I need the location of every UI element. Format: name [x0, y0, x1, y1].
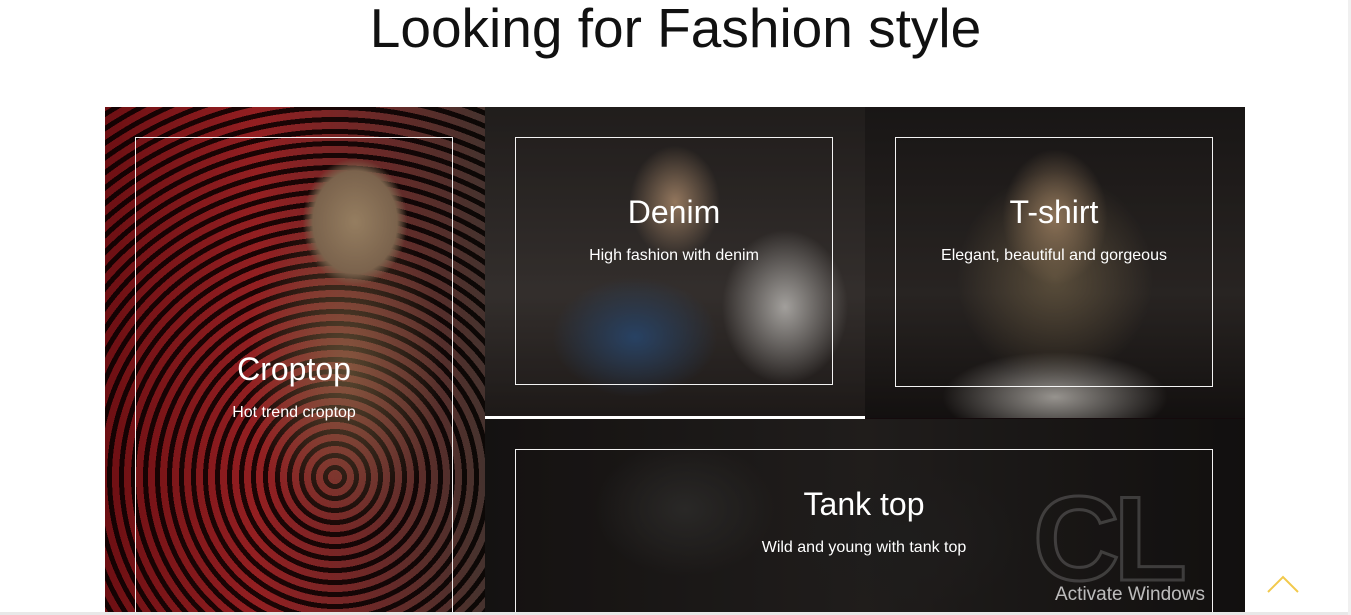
category-title: T-shirt [1009, 194, 1099, 230]
tshirt-frame: T-shirt Elegant, beautiful and gorgeous [895, 137, 1213, 387]
fashion-category-grid: Croptop Hot trend croptop Denim High fas… [105, 107, 1245, 615]
category-tile-denim[interactable]: Denim High fashion with denim [485, 107, 865, 418]
category-description: High fashion with denim [589, 247, 759, 264]
category-description: Elegant, beautiful and gorgeous [941, 247, 1167, 264]
denim-frame: Denim High fashion with denim [515, 137, 833, 385]
croptop-frame: Croptop Hot trend croptop [135, 137, 453, 615]
category-description: Hot trend croptop [232, 403, 356, 421]
activate-windows-watermark: Activate Windows [1055, 584, 1205, 605]
category-tile-croptop[interactable]: Croptop Hot trend croptop [105, 107, 485, 615]
category-tile-tshirt[interactable]: T-shirt Elegant, beautiful and gorgeous [865, 107, 1245, 418]
chevron-up-icon [1267, 575, 1299, 593]
category-title: Denim [627, 194, 721, 230]
category-title: Croptop [237, 350, 351, 387]
back-to-top-button[interactable] [1265, 568, 1301, 598]
page-title: Looking for Fashion style [369, 0, 982, 59]
category-description: Wild and young with tank top [761, 539, 967, 556]
category-title: Tank top [803, 486, 925, 522]
